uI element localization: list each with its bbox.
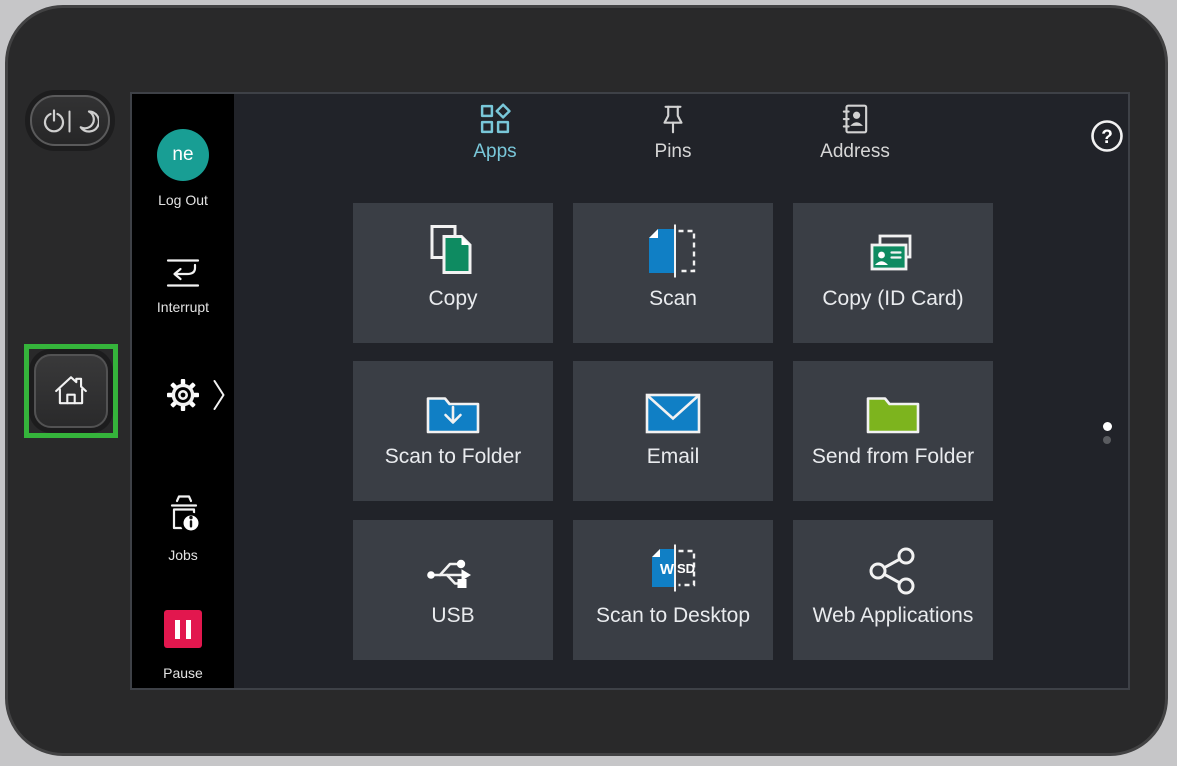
help-glyph: ? (1101, 127, 1113, 148)
help-button[interactable]: ? (1089, 118, 1125, 154)
send-from-folder-icon (863, 375, 923, 437)
control-panel: ne Log Out Interrupt (0, 0, 1177, 766)
interrupt-label: Interrupt (157, 299, 209, 315)
interrupt-icon (163, 256, 203, 290)
avatar-initials: ne (172, 144, 193, 166)
app-tile-usb[interactable]: USB (353, 520, 553, 660)
app-tile-web-applications[interactable]: Web Applications (793, 520, 993, 660)
tile-label: Copy (428, 287, 477, 311)
tab-apps-label: Apps (473, 141, 516, 163)
tile-label: Scan to Folder (385, 445, 522, 469)
tile-label: Web Applications (813, 604, 974, 628)
app-tile-email[interactable]: Email (573, 361, 773, 501)
apps-grid-icon (478, 102, 512, 136)
user-avatar: ne (157, 129, 209, 181)
pause-icon (164, 610, 202, 648)
home-button[interactable] (34, 354, 108, 428)
tab-address-label: Address (820, 141, 890, 163)
pushpin-icon (656, 102, 690, 136)
app-tile-scan[interactable]: Scan (573, 203, 773, 343)
app-tile-send-from-folder[interactable]: Send from Folder (793, 361, 993, 501)
sidebar-item-pause[interactable]: Pause (132, 610, 234, 681)
home-button-highlight (24, 344, 118, 438)
wsd-page-letter: W (660, 561, 675, 578)
touchscreen: ne Log Out Interrupt (130, 92, 1130, 690)
app-tile-scan-to-desktop[interactable]: W SD Scan to Desktop (573, 520, 773, 660)
tab-apps[interactable]: Apps (420, 102, 570, 163)
sidebar-item-settings[interactable] (132, 376, 234, 414)
home-icon (53, 373, 89, 409)
address-book-icon (838, 102, 872, 136)
app-tile-copy[interactable]: Copy (353, 203, 553, 343)
chevron-right-icon (212, 377, 226, 413)
gear-icon (166, 378, 200, 412)
wsd-box-letters: SD (677, 561, 695, 576)
tab-pins-label: Pins (655, 141, 692, 163)
copy-icon (425, 217, 481, 279)
page-dot-inactive (1103, 436, 1111, 444)
pause-label: Pause (163, 665, 203, 681)
jobs-label: Jobs (168, 547, 198, 563)
power-sleep-button[interactable] (30, 95, 110, 146)
usb-icon (423, 534, 483, 596)
email-icon (643, 375, 703, 437)
scan-to-desktop-wsd-icon: W SD (644, 534, 702, 596)
sidebar-item-logout[interactable]: ne Log Out (132, 129, 234, 208)
tile-label: USB (431, 604, 474, 628)
tile-label: Send from Folder (812, 445, 974, 469)
scan-icon (644, 217, 702, 279)
tile-label: Scan to Desktop (596, 604, 750, 628)
help-icon: ? (1089, 118, 1125, 154)
tab-pins[interactable]: Pins (598, 102, 748, 163)
device-bezel: ne Log Out Interrupt (5, 5, 1168, 756)
tab-address[interactable]: Address (780, 102, 930, 163)
tile-label: Scan (649, 287, 697, 311)
page-indicator (1100, 422, 1114, 444)
tile-label: Copy (ID Card) (822, 287, 963, 311)
sidebar-item-interrupt[interactable]: Interrupt (132, 256, 234, 315)
app-tile-scan-to-folder[interactable]: Scan to Folder (353, 361, 553, 501)
scan-to-folder-icon (423, 375, 483, 437)
page-dot-active (1103, 422, 1112, 431)
jobs-icon (162, 492, 204, 534)
app-tile-copy-id-card[interactable]: Copy (ID Card) (793, 203, 993, 343)
sidebar-item-jobs[interactable]: Jobs (132, 492, 234, 563)
tile-label: Email (647, 445, 700, 469)
power-sleep-icon (41, 103, 99, 139)
sidebar: ne Log Out Interrupt (132, 94, 234, 688)
web-applications-icon (867, 534, 919, 596)
logout-label: Log Out (158, 192, 208, 208)
copy-id-card-icon (865, 217, 921, 279)
